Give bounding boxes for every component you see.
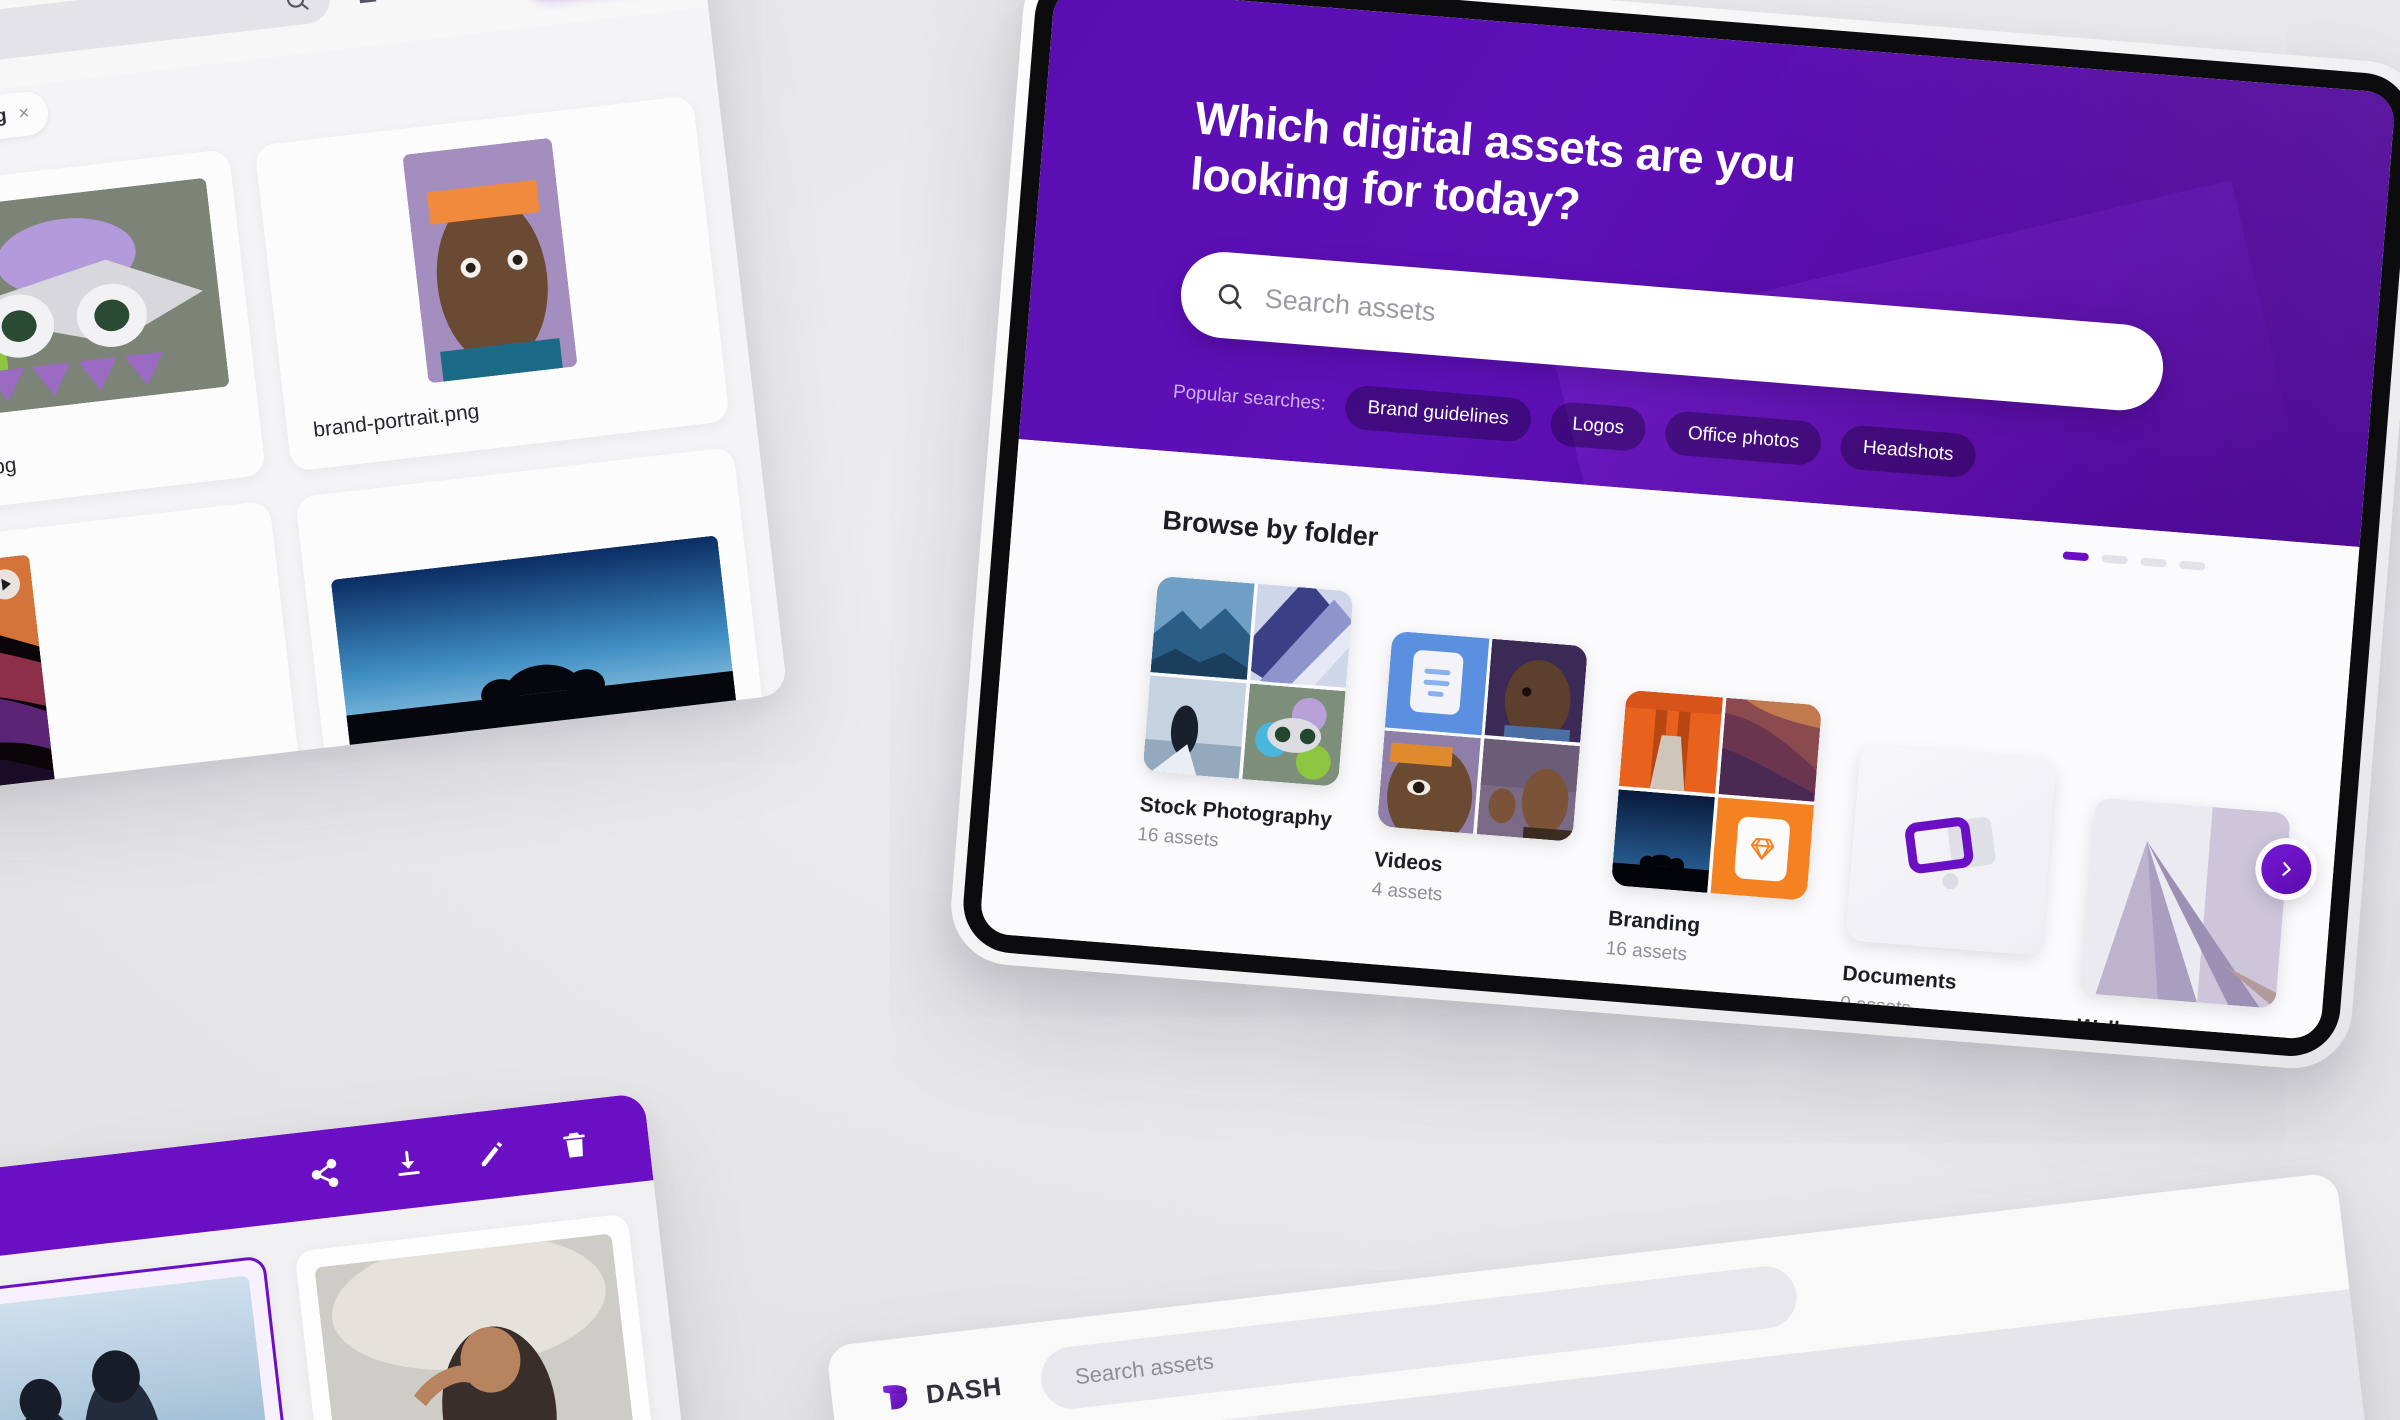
tablet-screen: Which digital assets are you looking for…	[979, 0, 2396, 1041]
folder-card-documents[interactable]: Documents 0 assets	[1839, 744, 2057, 1031]
page-title: Which digital assets are you looking for…	[1188, 91, 1798, 231]
asset-card[interactable]: bike-adventures.jpg	[294, 446, 773, 805]
tablet-device: Which digital assets are you looking for…	[946, 0, 2400, 1073]
asset-card[interactable]: 3:20 branded-travel.mp4	[0, 500, 309, 805]
dash-window: DASH Search assets Filters	[825, 1172, 2385, 1420]
play-icon[interactable]	[0, 567, 22, 602]
share-icon[interactable]	[307, 1156, 342, 1191]
dash-search-placeholder: Search assets	[1073, 1348, 1216, 1390]
popular-chip-brand-guidelines[interactable]: Brand guidelines	[1343, 384, 1533, 444]
filter-chip-label: Branding	[0, 105, 8, 136]
gallery-icon[interactable]	[350, 0, 390, 12]
close-icon[interactable]: ×	[17, 103, 31, 126]
asset-card[interactable]: abstract-mural.jpg	[0, 148, 267, 526]
mosaic-tile	[1476, 737, 1580, 842]
asset-thumbnail	[0, 177, 230, 431]
dash-logo-text: DASH	[924, 1370, 1004, 1409]
carousel-dot[interactable]	[2062, 551, 2090, 562]
asset-thumbnail	[330, 535, 738, 759]
empty-folder-icon	[1905, 817, 1996, 890]
search-icon	[1214, 280, 1246, 312]
mosaic-tile	[1150, 575, 1255, 680]
preview-card-selected[interactable]	[0, 1255, 296, 1420]
chevron-right-icon	[2259, 842, 2314, 897]
download-icon[interactable]	[390, 1147, 425, 1182]
folder-thumbnail-mosaic	[1610, 689, 1823, 901]
hero-search-placeholder: Search assets	[1263, 283, 1437, 327]
search-input[interactable]	[0, 0, 333, 65]
mosaic-tile-document	[1384, 630, 1489, 735]
popular-chip-office-photos[interactable]: Office photos	[1664, 410, 1823, 467]
popular-searches-label: Popular searches:	[1172, 381, 1327, 415]
mosaic-tile	[1610, 788, 1715, 893]
folder-card-stock-photography[interactable]: Stock Photography 16 assets	[1137, 575, 1354, 862]
mosaic-tile	[1376, 729, 1481, 834]
folder-empty-state	[1845, 744, 2057, 956]
preview-card[interactable]	[294, 1213, 658, 1420]
folder-card-wallpaper[interactable]: Wallpaper 1 asset	[2074, 797, 2291, 1040]
gem-icon	[1733, 815, 1791, 882]
asset-preview-window	[0, 1092, 692, 1420]
library-window: Upload Videos × Branding ×	[0, 0, 788, 805]
delete-icon[interactable]	[557, 1127, 592, 1162]
asset-filename: branded-travel.mp4	[0, 795, 280, 805]
document-icon	[1409, 649, 1465, 716]
asset-thumbnail: 3:20	[0, 554, 57, 805]
folder-thumbnail-mosaic	[1376, 630, 1588, 842]
asset-grid-area: abstract-mural.jpg brand-portrait.png bi…	[0, 74, 788, 805]
gear-icon[interactable]	[407, 0, 447, 5]
folder-card-branding[interactable]: Branding 16 assets	[1605, 689, 1823, 976]
folder-thumbnail	[2079, 797, 2291, 1009]
folder-card-videos[interactable]: Videos 4 assets	[1371, 630, 1588, 917]
carousel-dots	[2062, 551, 2206, 571]
mosaic-tile-brand-asset	[1710, 796, 1815, 901]
asset-filename: brand-portrait.png	[312, 399, 481, 442]
mosaic-tile	[1618, 689, 1723, 794]
preview-image	[0, 1275, 276, 1420]
mosaic-tile	[1249, 583, 1354, 688]
carousel-dot[interactable]	[2179, 560, 2206, 571]
mosaic-tile	[1241, 682, 1346, 787]
preview-image	[314, 1233, 638, 1420]
scene: Upload Videos × Branding ×	[0, 0, 2400, 1420]
folder-thumbnail-mosaic	[1142, 575, 1354, 787]
popular-chip-headshots[interactable]: Headshots	[1839, 424, 1978, 480]
asset-grid: abstract-mural.jpg brand-portrait.png bi…	[0, 95, 773, 805]
carousel-dot[interactable]	[2101, 554, 2128, 565]
edit-icon[interactable]	[474, 1137, 509, 1172]
dash-logo-icon	[870, 1376, 914, 1420]
search-icon	[283, 0, 312, 14]
asset-thumbnail	[401, 137, 578, 384]
asset-card[interactable]: brand-portrait.png	[254, 95, 731, 472]
popular-chip-logos[interactable]: Logos	[1548, 401, 1648, 453]
asset-filename: abstract-mural.jpg	[0, 453, 18, 496]
mosaic-tile	[1142, 674, 1247, 779]
carousel-dot[interactable]	[2140, 557, 2167, 568]
filter-chip-branding[interactable]: Branding ×	[0, 89, 51, 150]
mosaic-tile	[1484, 638, 1588, 743]
dash-logo[interactable]: DASH	[870, 1366, 1004, 1420]
asset-filename: bike-adventures.jpg	[354, 764, 540, 805]
mosaic-tile	[1718, 697, 1823, 802]
